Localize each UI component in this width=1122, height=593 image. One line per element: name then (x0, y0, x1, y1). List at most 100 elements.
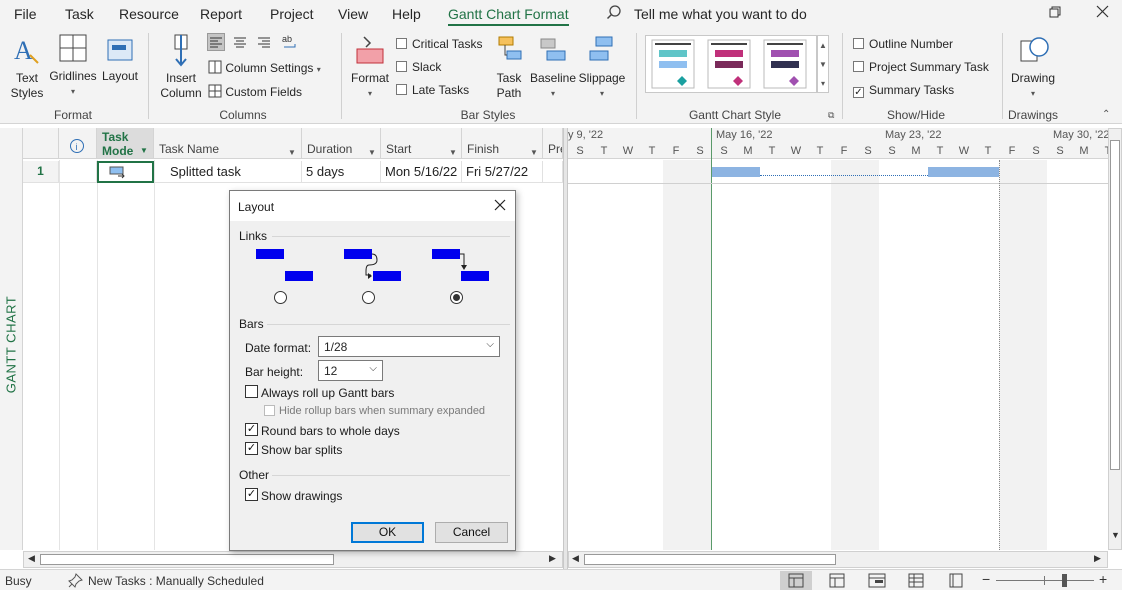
start-cell[interactable]: Mon 5/16/22 (381, 161, 462, 183)
format-bar-button[interactable]: Format ▾ (348, 33, 392, 101)
outline-number-checkbox[interactable]: Outline Number (853, 37, 953, 51)
report-view-icon[interactable] (948, 573, 964, 591)
menu-file[interactable]: File (14, 6, 37, 22)
vertical-scroll-thumb[interactable] (1110, 140, 1120, 470)
bar-height-label: Bar height: (245, 365, 304, 379)
gantt-bar-segment[interactable] (928, 167, 999, 177)
always-roll-up-checkbox[interactable] (245, 385, 258, 398)
align-left-button[interactable] (207, 33, 225, 51)
split-connector (760, 175, 928, 176)
task-name-header[interactable]: Task Name (154, 128, 302, 159)
status-bar: Busy New Tasks : Manually Scheduled − + (0, 569, 1122, 590)
align-right-button[interactable] (256, 34, 272, 53)
link-style-radio-2[interactable] (362, 291, 375, 304)
gantt-view-shortcut[interactable] (780, 571, 812, 590)
gantt-bar-segment[interactable] (712, 167, 760, 177)
zoom-slider-thumb[interactable] (1062, 574, 1067, 587)
date-format-select[interactable]: 1/28 ⌵ (318, 336, 500, 357)
new-tasks-mode[interactable]: New Tasks : Manually Scheduled (88, 574, 264, 588)
indicators-header[interactable]: i (59, 128, 97, 159)
custom-fields-button[interactable]: Custom Fields (208, 84, 302, 99)
baseline-button[interactable]: Baseline ▾ (530, 33, 576, 101)
menu-help[interactable]: Help (392, 6, 421, 22)
duration-filter-icon[interactable]: ▼ (368, 148, 376, 157)
late-tasks-checkbox[interactable]: Late Tasks (396, 83, 469, 97)
insert-column-button[interactable]: Insert Column (158, 33, 204, 101)
start-filter-icon[interactable]: ▼ (449, 148, 457, 157)
slippage-button[interactable]: Slippage ▾ (578, 33, 626, 101)
drawing-button[interactable]: Drawing ▾ (1008, 33, 1058, 101)
critical-tasks-checkbox[interactable]: Critical Tasks (396, 37, 482, 51)
scroll-right-icon[interactable]: ▶ (1094, 553, 1101, 564)
wrap-text-button[interactable]: ab (281, 33, 299, 54)
divider (272, 236, 510, 237)
collapse-ribbon-icon[interactable]: ⌃ (1102, 109, 1110, 120)
predecessors-header[interactable]: Pre (543, 128, 563, 159)
cancel-button[interactable]: Cancel (435, 522, 508, 543)
hide-rollup-checkbox[interactable] (264, 405, 275, 416)
view-splitter[interactable] (563, 128, 568, 569)
close-window-icon[interactable] (1096, 5, 1109, 21)
restore-window-icon[interactable] (1049, 6, 1061, 21)
align-center-button[interactable] (232, 34, 248, 53)
column-settings-icon (208, 60, 222, 74)
task-mode-cell[interactable] (97, 161, 154, 183)
insert-column-icon (174, 34, 188, 67)
dialog-launcher-icon[interactable]: ⧉ (828, 110, 834, 121)
menu-task[interactable]: Task (65, 6, 94, 22)
ok-button[interactable]: OK (351, 522, 424, 543)
chevron-down-icon: ⌵ (486, 339, 494, 350)
finish-filter-icon[interactable]: ▼ (530, 148, 538, 157)
predecessors-cell[interactable] (543, 161, 563, 183)
scroll-right-icon[interactable]: ▶ (549, 553, 556, 564)
close-icon[interactable] (494, 199, 506, 214)
link-style-radio-3[interactable] (450, 291, 463, 304)
menu-project[interactable]: Project (270, 6, 314, 22)
finish-cell[interactable]: Fri 5/27/22 (462, 161, 543, 183)
task-name-filter-icon[interactable]: ▼ (288, 148, 296, 157)
timescale-day: T (648, 145, 656, 157)
menu-report[interactable]: Report (200, 6, 242, 22)
round-bars-checkbox[interactable]: ✓ (245, 423, 258, 436)
zoom-in-icon[interactable]: + (1099, 571, 1107, 587)
custom-fields-icon (208, 84, 222, 98)
show-drawings-checkbox[interactable]: ✓ (245, 488, 258, 501)
indicator-cell[interactable] (59, 161, 97, 183)
task-usage-view-icon[interactable] (829, 573, 845, 591)
dialog-title: Layout (238, 200, 275, 214)
zoom-out-icon[interactable]: − (982, 571, 990, 587)
link-style-radio-1[interactable] (274, 291, 287, 304)
task-path-button[interactable]: Task Path (488, 33, 530, 101)
column-settings-button[interactable]: Column Settings ▾ (208, 60, 321, 75)
tell-me-input[interactable]: Tell me what you want to do (634, 6, 807, 22)
slack-checkbox[interactable]: Slack (396, 60, 441, 74)
menu-resource[interactable]: Resource (119, 6, 179, 22)
project-summary-task-checkbox[interactable]: Project Summary Task (853, 60, 989, 74)
task-mode-filter-icon[interactable]: ▼ (140, 146, 148, 155)
select-all-header[interactable] (23, 128, 59, 159)
menu-view[interactable]: View (338, 6, 368, 22)
show-bar-splits-checkbox[interactable]: ✓ (245, 442, 258, 455)
layout-button[interactable]: Layout (100, 37, 140, 84)
scroll-left-icon[interactable]: ◀ (572, 553, 579, 564)
gantt-style-gallery-scroll[interactable]: ▲ ▼ ▾ (817, 35, 829, 93)
row-id[interactable]: 1 (23, 161, 59, 183)
task-name-cell[interactable]: Splitted task (154, 161, 302, 183)
scroll-down-icon[interactable]: ▼ (1111, 530, 1120, 540)
table-scroll-thumb[interactable] (40, 554, 334, 565)
zoom-slider-track[interactable] (996, 580, 1094, 581)
gantt-style-gallery[interactable] (645, 35, 817, 93)
menu-gantt-chart-format[interactable]: Gantt Chart Format (448, 6, 569, 26)
text-styles-button[interactable]: A Text Styles (8, 35, 46, 101)
timescale-day: T (600, 145, 608, 157)
resource-sheet-view-icon[interactable] (908, 573, 924, 591)
timescale-day: S (864, 145, 872, 157)
timescale-day: W (622, 145, 634, 157)
team-planner-view-icon[interactable] (868, 573, 886, 591)
bar-height-select[interactable]: 12 ⌵ (318, 360, 383, 381)
duration-cell[interactable]: 5 days (302, 161, 381, 183)
scroll-left-icon[interactable]: ◀ (28, 553, 35, 564)
gridlines-button[interactable]: Gridlines ▾ (49, 33, 97, 99)
chart-scroll-thumb[interactable] (584, 554, 836, 565)
summary-tasks-checkbox[interactable]: ✓ Summary Tasks (853, 83, 954, 98)
